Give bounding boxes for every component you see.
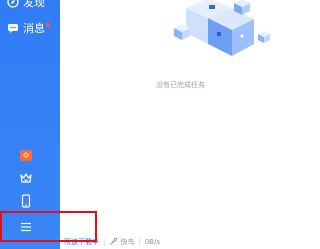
main-content: 没有已完成任务 [60,0,271,249]
sidebar-item-label: 消息 [23,22,45,35]
sidebar-item-label: 发现 [23,0,45,9]
sidebar-item-discover[interactable]: 发现 [0,0,60,11]
status-divider: | [138,237,141,246]
boost-label[interactable]: 快鸟 [120,237,134,247]
status-divider: | [103,237,106,246]
crown-icon[interactable] [19,171,33,185]
sidebar: 发现 消息 [0,0,60,249]
gift-icon[interactable] [19,148,33,162]
message-icon [8,24,18,33]
speed-mode-label[interactable]: 限速下载中 [64,237,99,247]
empty-state-text: 没有已完成任务 [156,81,205,89]
empty-state-illustration [174,0,270,56]
sidebar-item-messages[interactable]: 消息 [0,19,60,37]
mobile-icon[interactable] [19,194,33,208]
unread-badge [46,22,50,27]
rocket-icon [110,237,118,245]
app-window: 发现 消息 没有已完成任务 限速下载中 | 快鸟 | 0B/s [0,0,271,249]
download-speed: 0B/s [144,237,160,246]
menu-icon[interactable] [19,220,33,234]
status-bar: 限速下载中 | 快鸟 | 0B/s [60,234,271,249]
discover-icon [7,0,19,8]
